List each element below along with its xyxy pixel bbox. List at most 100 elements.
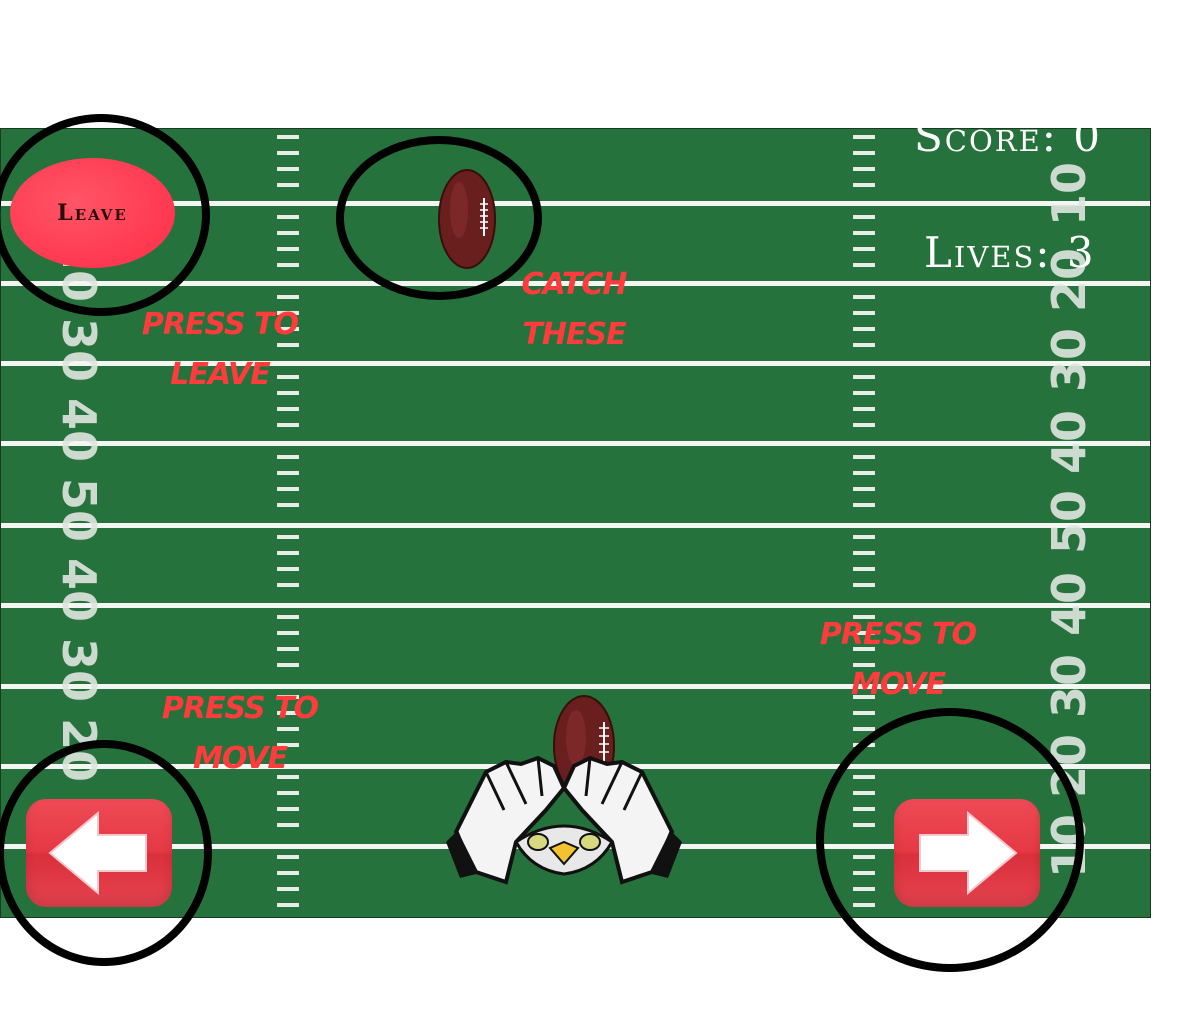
yard-number: 20 [1042, 733, 1097, 799]
yard-number: 40 [52, 557, 107, 623]
hash-mark [277, 487, 299, 491]
hint-leave-line1: Press to [141, 307, 299, 342]
hint-move-right-line1: Press to [819, 617, 977, 652]
hash-mark [853, 871, 875, 875]
hash-mark [853, 903, 875, 907]
hash-mark [277, 887, 299, 891]
hash-marks-left [277, 129, 299, 917]
hash-mark [853, 423, 875, 427]
hash-mark [853, 151, 875, 155]
hint-catch: Catch these [494, 260, 654, 360]
hash-mark [853, 727, 875, 731]
hash-mark [853, 711, 875, 715]
hash-mark [853, 327, 875, 331]
hash-mark [853, 791, 875, 795]
hash-mark [277, 551, 299, 555]
hash-mark [277, 807, 299, 811]
hash-mark [853, 135, 875, 139]
hash-mark [853, 503, 875, 507]
hint-move-left-line1: Press to [161, 691, 319, 726]
left-arrow-icon [48, 810, 147, 896]
hash-mark [277, 647, 299, 651]
hash-mark [853, 167, 875, 171]
hash-mark [853, 183, 875, 187]
hash-mark [277, 407, 299, 411]
hash-mark [853, 743, 875, 747]
hash-mark [853, 807, 875, 811]
right-arrow-icon [919, 810, 1018, 896]
hint-leave: Press to leave [120, 300, 320, 400]
hash-mark [853, 551, 875, 555]
hint-leave-line2: leave [170, 357, 271, 392]
hash-mark [853, 391, 875, 395]
hint-move-left-line2: move [193, 741, 288, 776]
hint-move-right: Press to move [798, 610, 998, 710]
hash-mark [853, 567, 875, 571]
hash-mark [277, 247, 299, 251]
hash-mark [277, 615, 299, 619]
hint-catch-line2: these [522, 317, 626, 352]
hash-mark [277, 231, 299, 235]
move-right-button[interactable] [894, 799, 1040, 907]
hint-move-right-line2: move [851, 667, 946, 702]
yard-line [1, 523, 1150, 528]
hash-mark [853, 583, 875, 587]
hash-mark [277, 791, 299, 795]
move-left-button[interactable] [26, 799, 172, 907]
yard-number: 40 [52, 397, 107, 463]
hash-mark [277, 471, 299, 475]
hash-mark [853, 407, 875, 411]
hash-mark [853, 455, 875, 459]
hash-mark [277, 871, 299, 875]
hash-mark [277, 263, 299, 267]
hash-mark [853, 343, 875, 347]
yard-number: 50 [52, 477, 107, 543]
hash-mark [277, 151, 299, 155]
score-display: Score: 0 [914, 112, 1102, 161]
hash-mark [853, 887, 875, 891]
football-shine [450, 182, 468, 238]
yard-number: 30 [52, 317, 107, 383]
yard-number: 30 [1042, 327, 1097, 393]
hash-mark [853, 295, 875, 299]
leave-button[interactable]: Leave [10, 158, 175, 268]
lives-display: Lives: 3 [924, 228, 1096, 277]
hash-mark [277, 183, 299, 187]
yard-number: 30 [52, 637, 107, 703]
yard-number: 20 [52, 717, 107, 783]
hash-mark [277, 631, 299, 635]
yard-line [1, 603, 1150, 608]
hash-mark [277, 295, 299, 299]
player-gloves [446, 695, 682, 885]
hash-mark [853, 247, 875, 251]
yard-number: 40 [1042, 409, 1097, 475]
falling-football [438, 169, 496, 269]
hash-mark [277, 423, 299, 427]
hash-mark [277, 567, 299, 571]
hash-mark [277, 215, 299, 219]
hash-mark [277, 167, 299, 171]
hash-mark [853, 535, 875, 539]
hash-mark [277, 663, 299, 667]
yard-number: 30 [1042, 653, 1097, 719]
yard-number: 40 [1042, 571, 1097, 637]
hash-mark [853, 231, 875, 235]
hash-mark [853, 263, 875, 267]
hash-mark [853, 823, 875, 827]
hint-catch-line1: Catch [521, 267, 628, 302]
hash-mark [853, 215, 875, 219]
hash-mark [853, 775, 875, 779]
yard-number: 10 [1042, 813, 1097, 879]
hash-mark [853, 487, 875, 491]
hash-mark [277, 535, 299, 539]
hash-mark [853, 471, 875, 475]
hash-mark [277, 823, 299, 827]
yard-line [1, 441, 1150, 446]
hash-marks-right [853, 129, 875, 917]
hash-mark [277, 455, 299, 459]
hash-mark [277, 503, 299, 507]
hash-mark [277, 135, 299, 139]
hash-mark [277, 855, 299, 859]
hash-mark [853, 855, 875, 859]
yard-number: 50 [1042, 489, 1097, 555]
